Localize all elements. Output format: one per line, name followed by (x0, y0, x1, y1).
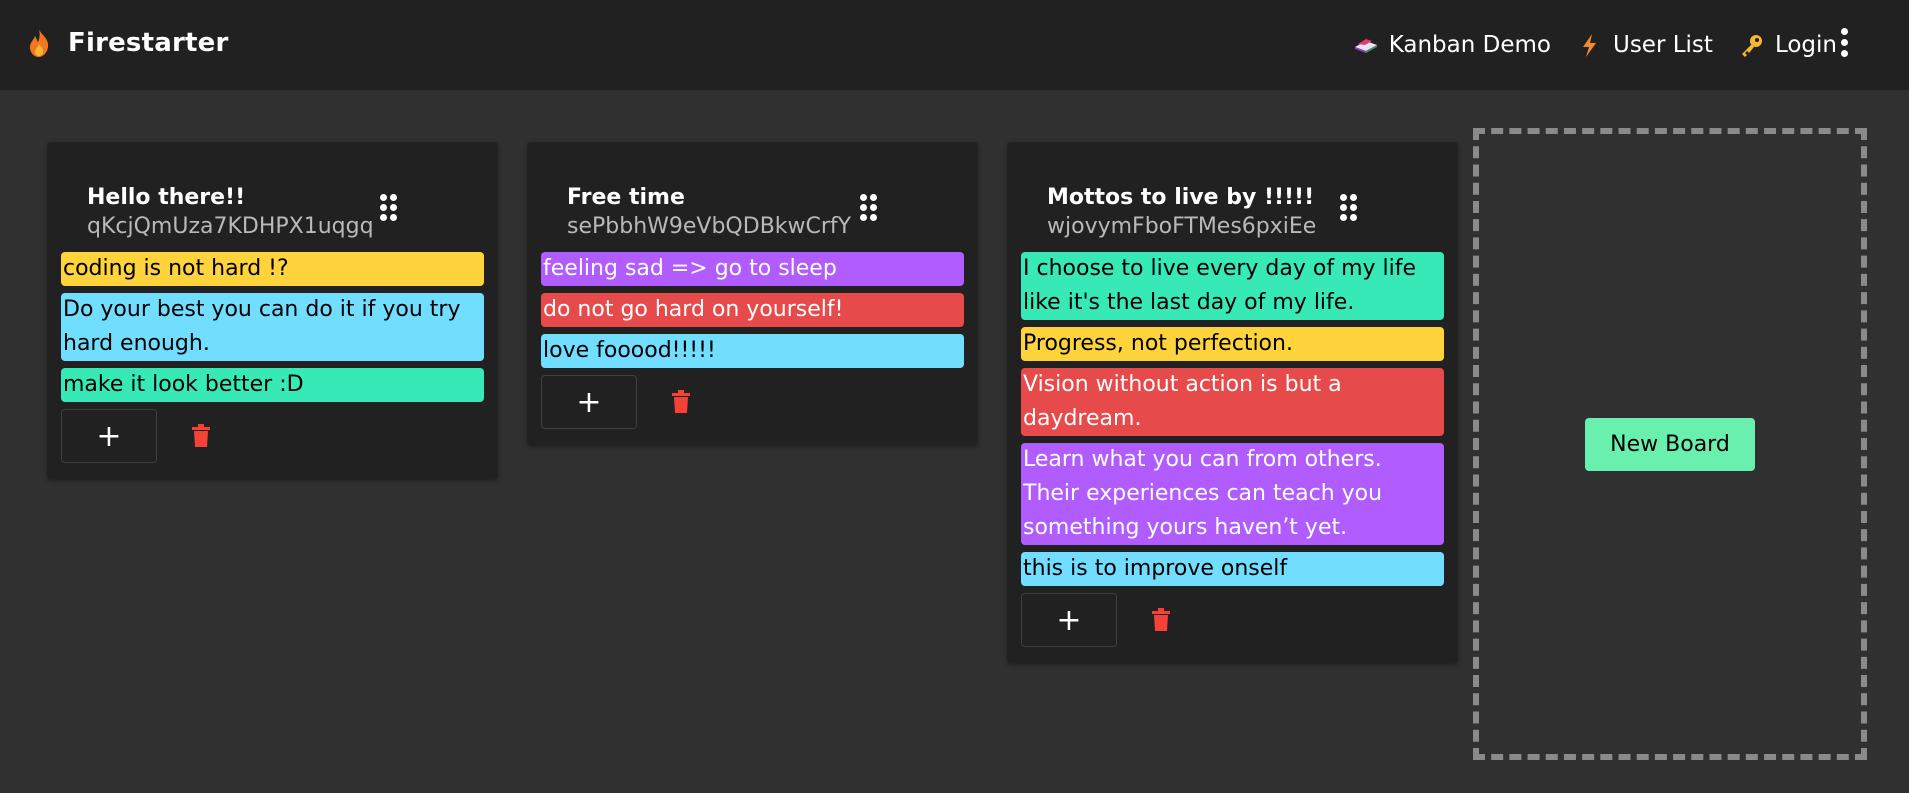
new-board-button[interactable]: New Board (1585, 418, 1755, 471)
nav-user-list-label: User List (1612, 32, 1713, 58)
app-title: Firestarter (68, 28, 229, 58)
top-toolbar: Firestarter Kanban Demo User List Login (0, 0, 1909, 90)
task-card[interactable]: Progress, not perfection. (1021, 327, 1444, 361)
task-card[interactable]: Vision without action is but a daydream. (1021, 368, 1444, 436)
drag-handle-icon[interactable] (1340, 194, 1358, 222)
board-header: Mottos to live by !!!!! wjovymFboFTMes6p… (1021, 184, 1444, 246)
brand-link[interactable]: Firestarter (26, 28, 229, 58)
board-header: Free time sePbbhW9eVbQDBkwCrfY (541, 184, 964, 246)
delete-board-icon[interactable] (1151, 608, 1171, 632)
nav-kanban-demo-label: Kanban Demo (1388, 32, 1551, 58)
task-card[interactable]: feeling sad => go to sleep (541, 252, 964, 286)
board-card: Mottos to live by !!!!! wjovymFboFTMes6p… (1007, 142, 1458, 663)
delete-board-icon[interactable] (671, 390, 691, 414)
board-title: Free time (567, 185, 685, 210)
task-card[interactable]: coding is not hard !? (61, 252, 484, 286)
board-id: sePbbhW9eVbQDBkwCrfY (567, 214, 852, 239)
task-card[interactable]: this is to improve onself (1021, 552, 1444, 586)
drag-handle-icon[interactable] (380, 194, 398, 222)
board-id: wjovymFboFTMes6pxiEe (1047, 214, 1317, 239)
delete-board-icon[interactable] (191, 424, 211, 448)
board-id: qKcjQmUza7KDHPX1uqgq (87, 214, 374, 239)
drag-handle-icon[interactable] (860, 194, 878, 222)
board-title: Hello there!! (87, 185, 246, 210)
task-card[interactable]: I choose to live every day of my life li… (1021, 252, 1444, 320)
task-card[interactable]: do not go hard on yourself! (541, 293, 964, 327)
task-card[interactable]: make it look better :D (61, 368, 484, 402)
task-card[interactable]: Learn what you can from others. Their ex… (1021, 443, 1444, 545)
add-task-button[interactable]: + (1021, 593, 1117, 647)
board-card: Hello there!! qKcjQmUza7KDHPX1uqgq codin… (47, 142, 498, 479)
flame-icon (26, 28, 52, 58)
nav-user-list[interactable]: User List (1577, 32, 1713, 58)
board-actions: + (541, 375, 964, 429)
more-menu-icon[interactable] (1837, 28, 1851, 60)
books-icon (1353, 32, 1379, 58)
task-card[interactable]: Do your best you can do it if you try ha… (61, 293, 484, 361)
board-actions: + (1021, 593, 1444, 647)
board-header: Hello there!! qKcjQmUza7KDHPX1uqgq (61, 184, 484, 246)
nav-kanban-demo[interactable]: Kanban Demo (1353, 32, 1551, 58)
lightning-icon (1577, 32, 1603, 58)
add-task-button[interactable]: + (541, 375, 637, 429)
task-card[interactable]: love fooood!!!!! (541, 334, 964, 368)
main-nav: Kanban Demo User List Login (1327, 0, 1837, 90)
nav-login-label: Login (1774, 32, 1837, 58)
board-title: Mottos to live by !!!!! (1047, 185, 1315, 210)
board-actions: + (61, 409, 484, 463)
add-task-button[interactable]: + (61, 409, 157, 463)
nav-login[interactable]: Login (1739, 32, 1837, 58)
key-icon (1739, 32, 1765, 58)
board-card: Free time sePbbhW9eVbQDBkwCrfY feeling s… (527, 142, 978, 445)
